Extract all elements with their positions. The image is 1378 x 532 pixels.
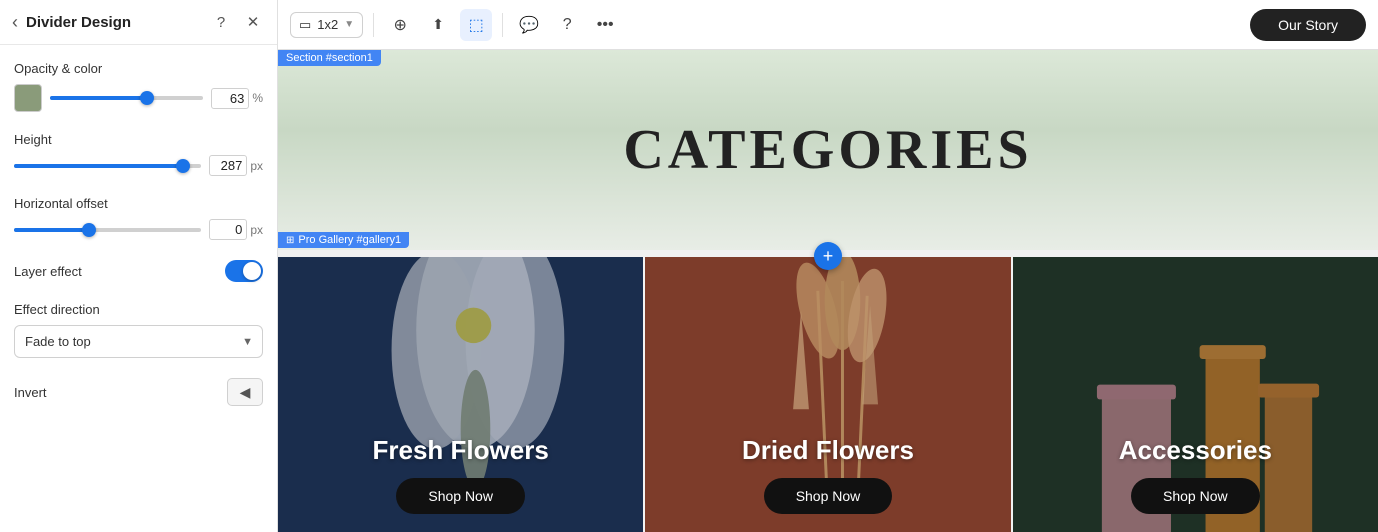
opacity-row: % <box>14 84 263 112</box>
comment-icon: 💬 <box>519 15 539 35</box>
arrange-icon: ⬆ <box>432 16 444 33</box>
hoffset-slider[interactable] <box>14 220 201 240</box>
toolbar-separator-1 <box>373 13 374 37</box>
gallery-item-dried-flowers: Dried Flowers Shop Now <box>645 257 1010 532</box>
panel-title: Divider Design <box>26 14 201 31</box>
effect-direction-section: Effect direction Fade to top Fade to bot… <box>14 302 263 358</box>
more-icon: ••• <box>597 16 614 34</box>
crop-icon: ⬚ <box>469 15 484 35</box>
invert-section: Invert ◀ <box>14 378 263 406</box>
color-swatch[interactable] <box>14 84 42 112</box>
gallery-section: Fresh Flowers Shop Now <box>278 257 1378 532</box>
layout-label: 1x2 <box>317 17 338 32</box>
panel-header: ‹ Divider Design ? ✕ <box>0 0 277 45</box>
height-slider[interactable] <box>14 156 201 176</box>
left-panel: ‹ Divider Design ? ✕ Opacity & color <box>0 0 278 532</box>
toolbar-left: ▭ 1x2 ▼ ⊕ ⬆ ⬚ 💬 ? ••• <box>290 9 621 41</box>
opacity-slider[interactable] <box>50 88 203 108</box>
invert-button[interactable]: ◀ <box>227 378 263 406</box>
dried-flowers-title: Dried Flowers <box>742 435 914 466</box>
fresh-flowers-title: Fresh Flowers <box>373 435 549 466</box>
fresh-flowers-overlay: Fresh Flowers Shop Now <box>278 257 643 532</box>
horizontal-offset-row: px <box>14 219 263 240</box>
opacity-color-section: Opacity & color % <box>14 61 263 112</box>
hoffset-input[interactable] <box>209 219 247 240</box>
effect-direction-label: Effect direction <box>14 302 263 317</box>
effect-direction-select-wrap: Fade to top Fade to bottom Fade to left … <box>14 325 263 358</box>
gallery-tag[interactable]: ⊞ Pro Gallery #gallery1 <box>278 232 409 248</box>
toggle-knob <box>243 262 261 280</box>
story-button[interactable]: Our Story <box>1250 9 1366 41</box>
categories-title: CATEGORIES <box>623 118 1032 182</box>
opacity-color-label: Opacity & color <box>14 61 263 76</box>
accessories-shop-btn[interactable]: Shop Now <box>1131 478 1260 514</box>
editor-toolbar: ▭ 1x2 ▼ ⊕ ⬆ ⬚ 💬 ? ••• <box>278 0 1378 50</box>
help-icon: ? <box>563 16 572 34</box>
gallery-grid-icon: ⊞ <box>286 235 294 246</box>
height-unit: px <box>250 159 263 173</box>
fresh-flowers-shop-btn[interactable]: Shop Now <box>396 478 525 514</box>
layout-select[interactable]: ▭ 1x2 ▼ <box>290 12 363 38</box>
hoffset-unit: px <box>250 223 263 237</box>
effect-direction-select[interactable]: Fade to top Fade to bottom Fade to left … <box>14 325 263 358</box>
section1-tag[interactable]: Section #section1 <box>278 50 381 66</box>
layer-effect-row: Layer effect <box>14 260 263 282</box>
close-button[interactable]: ✕ <box>241 10 265 34</box>
dried-flowers-shop-btn[interactable]: Shop Now <box>764 478 893 514</box>
canvas-area: Section #section1 CATEGORIES + ⊞ Pro Gal… <box>278 50 1378 532</box>
crop-button[interactable]: ⬚ <box>460 9 492 41</box>
gallery-item-fresh-flowers: Fresh Flowers Shop Now <box>278 257 643 532</box>
gallery-item-accessories: Accessories Shop Now <box>1013 257 1378 532</box>
accessories-title: Accessories <box>1119 435 1272 466</box>
horizontal-offset-label: Horizontal offset <box>14 196 263 211</box>
help-button[interactable]: ? <box>551 9 583 41</box>
layout-chevron-icon: ▼ <box>344 19 354 30</box>
back-button[interactable]: ‹ <box>12 12 18 33</box>
add-element-button[interactable]: ⊕ <box>384 9 416 41</box>
comment-button[interactable]: 💬 <box>513 9 545 41</box>
panel-body: Opacity & color % Height <box>0 45 277 532</box>
opacity-unit: % <box>252 91 263 105</box>
invert-row: Invert ◀ <box>14 378 263 406</box>
more-options-button[interactable]: ••• <box>589 9 621 41</box>
layer-effect-section: Layer effect <box>14 260 263 282</box>
layout-grid-icon: ▭ <box>299 17 311 33</box>
layer-effect-label: Layer effect <box>14 264 82 279</box>
height-row: px <box>14 155 263 176</box>
layer-effect-toggle[interactable] <box>225 260 263 282</box>
add-section-button[interactable]: + <box>814 242 842 270</box>
height-section: Height px <box>14 132 263 176</box>
editor-area: ▭ 1x2 ▼ ⊕ ⬆ ⬚ 💬 ? ••• <box>278 0 1378 532</box>
height-label: Height <box>14 132 263 147</box>
horizontal-offset-section: Horizontal offset px <box>14 196 263 240</box>
gallery-label: Pro Gallery #gallery1 <box>298 234 401 246</box>
arrange-button[interactable]: ⬆ <box>422 9 454 41</box>
invert-label: Invert <box>14 385 47 400</box>
toolbar-separator-2 <box>502 13 503 37</box>
accessories-overlay: Accessories Shop Now <box>1013 257 1378 532</box>
height-input[interactable] <box>209 155 247 176</box>
help-button[interactable]: ? <box>209 10 233 34</box>
add-section-icon: + <box>823 246 834 267</box>
opacity-input[interactable] <box>211 88 249 109</box>
dried-flowers-overlay: Dried Flowers Shop Now <box>645 257 1010 532</box>
add-icon: ⊕ <box>393 15 406 35</box>
invert-arrow-icon: ◀ <box>240 384 251 401</box>
categories-section: CATEGORIES <box>278 50 1378 250</box>
